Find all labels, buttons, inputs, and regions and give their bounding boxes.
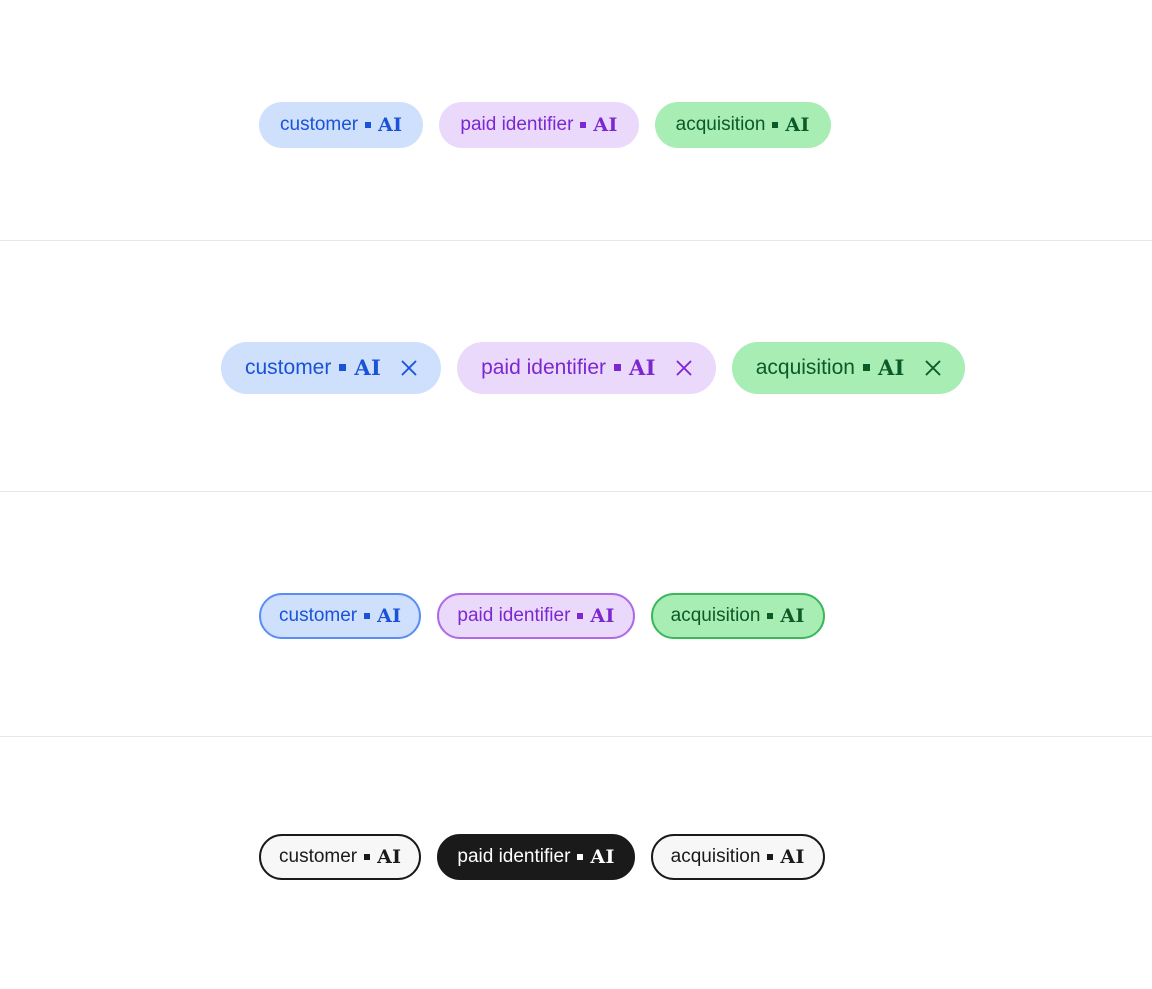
close-icon[interactable] [397, 356, 421, 380]
square-bullet-icon [577, 854, 584, 861]
tag-label: customer [279, 846, 358, 868]
square-bullet-icon [767, 612, 774, 619]
tag-group-solid: customer AI paid identifier AI acquisiti… [0, 102, 831, 148]
tag-suffix: AI [378, 114, 403, 136]
tag-label: customer [245, 355, 332, 379]
tag-label: customer [280, 114, 359, 135]
tag-suffix: AI [377, 846, 402, 869]
square-bullet-icon [365, 122, 372, 128]
square-bullet-icon [862, 364, 870, 372]
tag-paid-identifier-outlined[interactable]: paid identifier AI [437, 592, 635, 639]
tag-paid-identifier[interactable]: paid identifier AI [439, 102, 639, 148]
tag-suffix: AI [590, 604, 615, 627]
tag-acquisition-toggle[interactable]: acquisition AI [650, 834, 825, 881]
tag-suffix: AI [354, 355, 382, 381]
tag-acquisition[interactable]: acquisition AI [654, 102, 831, 148]
tag-paid-identifier-dismissible[interactable]: paid identifier AI [457, 341, 716, 394]
tag-label: acquisition [670, 846, 761, 868]
tag-label: acquisition [670, 604, 761, 626]
tag-suffix: AI [780, 604, 805, 627]
tag-suffix: AI [780, 846, 805, 869]
tag-suffix: AI [629, 355, 656, 381]
tag-label: paid identifier [481, 355, 606, 379]
tag-customer-outlined[interactable]: customer AI [259, 592, 422, 639]
tag-suffix: AI [593, 114, 618, 136]
close-icon[interactable] [921, 356, 945, 380]
square-bullet-icon [580, 122, 587, 128]
square-bullet-icon [364, 854, 371, 861]
section-solid-tags: customer AI paid identifier AI acquisiti… [0, 0, 1152, 240]
tag-acquisition-outlined[interactable]: acquisition AI [650, 592, 825, 639]
tag-acquisition-dismissible[interactable]: acquisition AI [731, 341, 965, 394]
tag-suffix: AI [377, 604, 402, 627]
tag-group-outlined: customer AI paid identifier AI acquisiti… [0, 592, 825, 639]
tag-suffix: AI [785, 114, 810, 136]
square-bullet-icon [767, 854, 774, 861]
tag-group-dismissible: customer AI paid identifier AI acquisiti… [0, 341, 965, 394]
close-icon[interactable] [672, 356, 696, 380]
square-bullet-icon [577, 612, 584, 619]
tag-customer-toggle[interactable]: customer AI [259, 834, 422, 881]
tag-label: customer [279, 604, 358, 626]
tag-customer[interactable]: customer AI [259, 102, 424, 148]
section-outlined-tags: customer AI paid identifier AI acquisiti… [0, 492, 1152, 737]
tag-label: paid identifier [457, 604, 571, 626]
square-bullet-icon [339, 364, 347, 372]
square-bullet-icon [614, 364, 621, 372]
tag-suffix: AI [877, 355, 905, 381]
tag-paid-identifier-toggle-selected[interactable]: paid identifier AI [437, 834, 635, 881]
square-bullet-icon [772, 122, 779, 128]
tag-showcase-page: customer AI paid identifier AI acquisiti… [0, 0, 1152, 989]
tag-suffix: AI [590, 846, 615, 869]
tag-label: acquisition [755, 355, 855, 379]
section-dismissible-tags: customer AI paid identifier AI acquisiti… [0, 241, 1152, 491]
square-bullet-icon [364, 612, 371, 619]
tag-group-toggle: customer AI paid identifier AI acquisiti… [0, 834, 825, 881]
tag-label: paid identifier [457, 846, 571, 868]
tag-customer-dismissible[interactable]: customer AI [221, 341, 442, 394]
tag-label: paid identifier [460, 114, 574, 135]
tag-label: acquisition [675, 114, 766, 135]
section-toggle-tags: customer AI paid identifier AI acquisiti… [0, 737, 1152, 989]
